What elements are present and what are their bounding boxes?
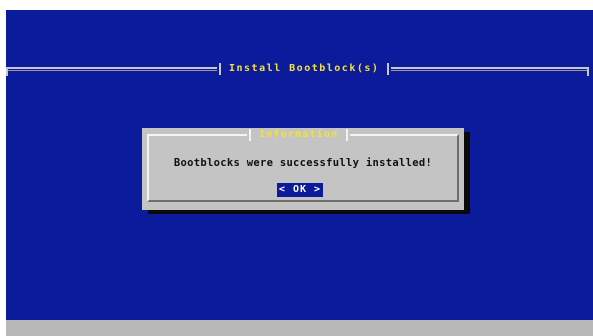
- ok-right-arrow: >: [314, 184, 322, 195]
- title-right-tick: [387, 63, 390, 75]
- dialog-message: Bootblocks were successfully installed!: [173, 157, 433, 169]
- dialog-title-bar: Information: [247, 129, 351, 141]
- ok-button[interactable]: < OK >: [277, 183, 323, 197]
- bottom-status-bar: [6, 320, 593, 336]
- screen-title: Install Bootblock(s): [229, 63, 380, 74]
- main-title-bar: Install Bootblock(s): [217, 63, 392, 75]
- screen: Install Bootblock(s) Information Bootblo…: [0, 0, 593, 336]
- information-dialog: Information Bootblocks were successfully…: [142, 128, 464, 210]
- ok-left-arrow: <: [278, 184, 286, 195]
- dialog-title-right-tick: [346, 129, 349, 141]
- ok-button-label: OK: [292, 184, 308, 195]
- dialog-title: Information: [259, 129, 339, 140]
